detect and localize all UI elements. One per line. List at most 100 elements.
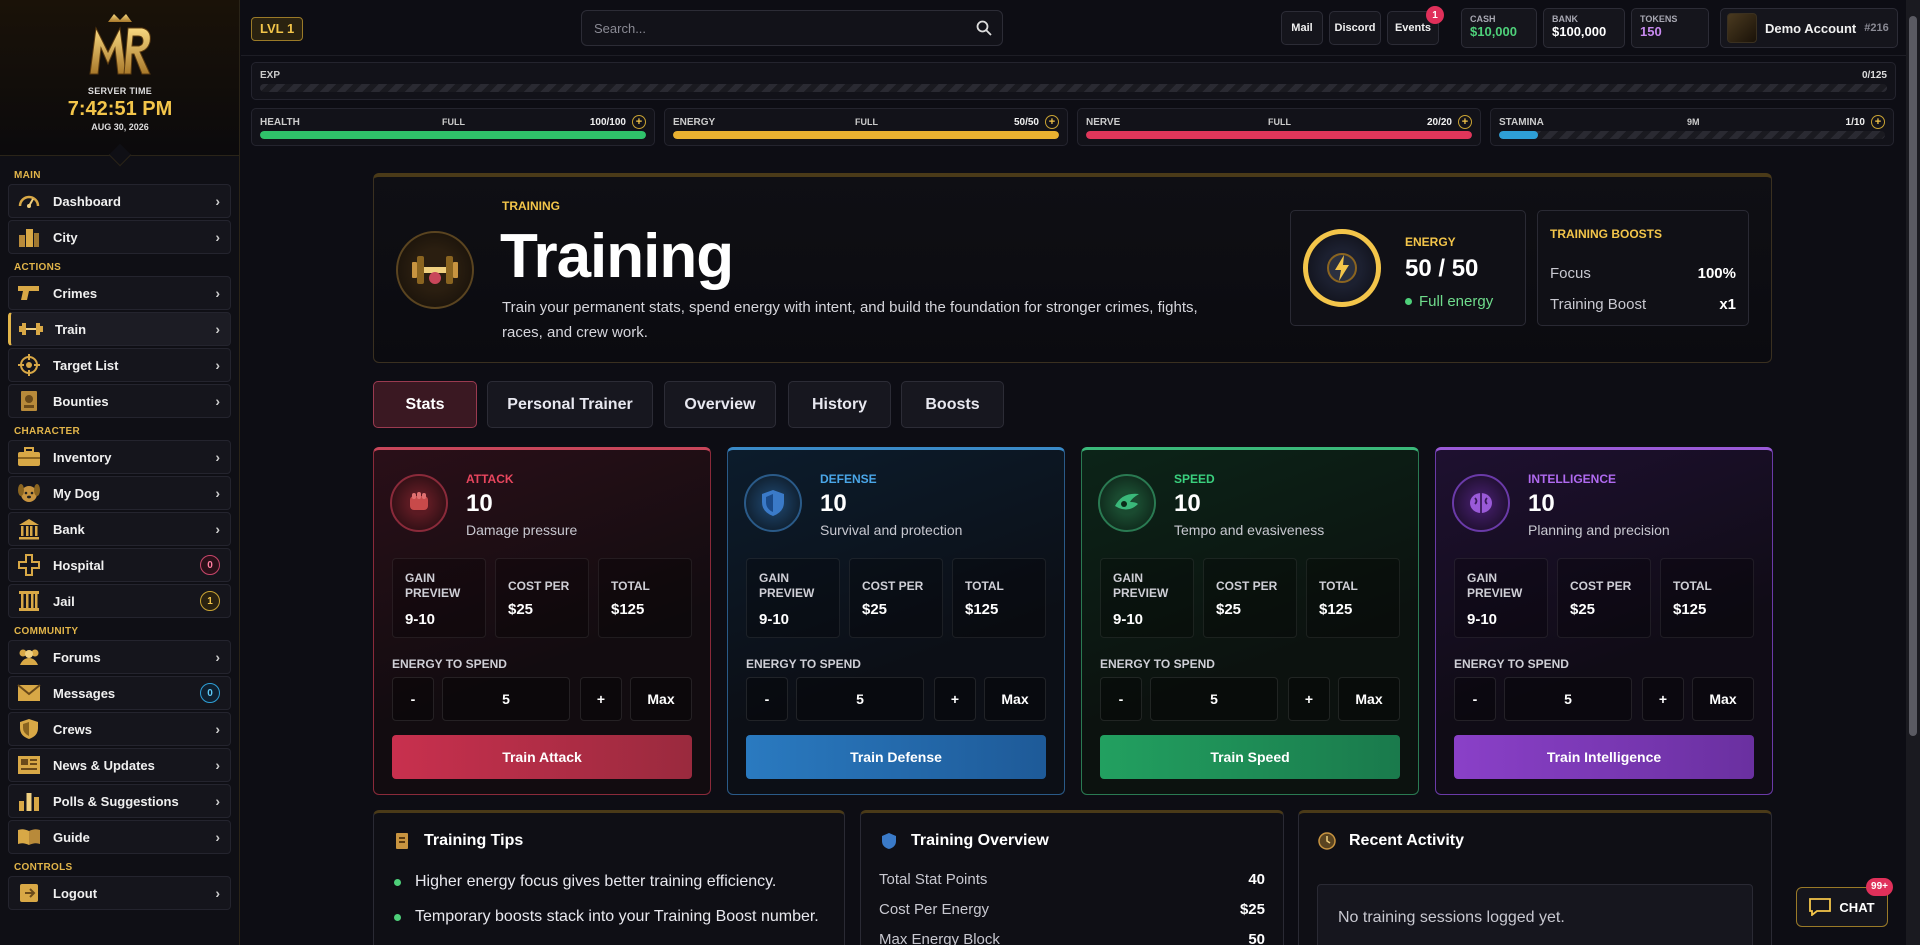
scrollbar-thumb[interactable] <box>1909 16 1917 736</box>
search-input[interactable] <box>582 11 962 45</box>
sidebar-item-jail[interactable]: Jail 1 <box>8 584 231 618</box>
sidebar-item-crimes[interactable]: Crimes › <box>8 276 231 310</box>
sidebar-item-messages[interactable]: Messages 0 <box>8 676 231 710</box>
decrement-button[interactable]: - <box>392 677 434 721</box>
decrement-button[interactable]: - <box>1100 677 1142 721</box>
overview-title: Training Overview <box>911 832 1049 849</box>
energy-input[interactable] <box>443 678 569 720</box>
max-button[interactable]: Max <box>984 677 1046 721</box>
chat-button[interactable]: CHAT 99+ <box>1796 878 1893 927</box>
bar-chart-icon <box>17 790 41 812</box>
total-label: TOTAL <box>965 579 1004 593</box>
energy-refill-button[interactable]: + <box>1045 115 1059 129</box>
gain-preview-label: GAIN PREVIEW <box>1113 571 1169 600</box>
jail-count-badge: 1 <box>200 591 220 611</box>
envelope-icon <box>17 682 41 704</box>
train-speed-button[interactable]: Train Speed <box>1100 735 1400 779</box>
sidebar-item-my-dog[interactable]: My Dog › <box>8 476 231 510</box>
max-button[interactable]: Max <box>1338 677 1400 721</box>
energy-track <box>673 131 1059 139</box>
events-button[interactable]: Events 1 <box>1387 6 1444 45</box>
search-box[interactable] <box>581 10 1003 46</box>
account-menu[interactable]: Demo Account #216 <box>1720 8 1898 48</box>
sidebar-item-label: Target List <box>53 357 119 373</box>
tab-history[interactable]: History <box>788 381 891 428</box>
sidebar-item-crews[interactable]: Crews › <box>8 712 231 746</box>
hero-description: Train your permanent stats, spend energy… <box>502 299 1198 341</box>
account-id: #216 <box>1864 22 1889 34</box>
energy-input-box[interactable] <box>1150 677 1278 721</box>
tab-boosts[interactable]: Boosts <box>901 381 1004 428</box>
increment-button[interactable]: + <box>1288 677 1330 721</box>
sidebar-item-bank[interactable]: Bank › <box>8 512 231 546</box>
chevron-right-icon: › <box>215 649 220 665</box>
training-tips-panel: Training Tips Higher energy focus gives … <box>373 810 845 945</box>
health-refill-button[interactable]: + <box>632 115 646 129</box>
sidebar-item-forums[interactable]: Forums › <box>8 640 231 674</box>
overview-label: Total Stat Points <box>879 871 988 888</box>
sidebar-item-polls[interactable]: Polls & Suggestions › <box>8 784 231 818</box>
total-value: $125 <box>1319 601 1353 618</box>
search-icon[interactable] <box>976 20 992 41</box>
stamina-refill-button[interactable]: + <box>1871 115 1885 129</box>
gain-preview-value: 9-10 <box>1467 611 1498 628</box>
sidebar-item-target-list[interactable]: Target List › <box>8 348 231 382</box>
defense-value: 10 <box>820 490 847 517</box>
sidebar-item-logout[interactable]: Logout › <box>8 876 231 910</box>
decrement-button[interactable]: - <box>746 677 788 721</box>
sidebar-item-dashboard[interactable]: Dashboard › <box>8 184 231 218</box>
discord-button[interactable]: Discord <box>1329 11 1381 45</box>
energy-input[interactable] <box>797 678 923 720</box>
sidebar-item-guide[interactable]: Guide › <box>8 820 231 854</box>
energy-input[interactable] <box>1505 678 1631 720</box>
game-logo[interactable] <box>82 12 158 82</box>
nerve-refill-button[interactable]: + <box>1458 115 1472 129</box>
sidebar-nav: MAIN Dashboard › City › ACTIONS Crimes ›… <box>0 156 239 910</box>
tokens-display[interactable]: TOKENS 150 <box>1631 8 1709 48</box>
tab-personal-trainer[interactable]: Personal Trainer <box>487 381 653 428</box>
tokens-value: 150 <box>1640 24 1662 39</box>
mail-button[interactable]: Mail <box>1281 11 1323 45</box>
energy-to-spend-label: ENERGY TO SPEND <box>746 657 861 671</box>
newspaper-icon <box>17 754 41 776</box>
overview-row: Max Energy Block 50 <box>879 931 1265 945</box>
energy-card-status: Full energy <box>1405 293 1493 310</box>
chevron-right-icon: › <box>215 321 220 337</box>
cost-per-value: $25 <box>1570 601 1596 618</box>
brain-icon <box>1452 474 1510 532</box>
train-intelligence-button[interactable]: Train Intelligence <box>1454 735 1754 779</box>
sidebar-item-label: Forums <box>53 649 101 665</box>
messages-count-badge: 0 <box>200 683 220 703</box>
energy-input-box[interactable] <box>442 677 570 721</box>
energy-input-box[interactable] <box>796 677 924 721</box>
tab-stats[interactable]: Stats <box>373 381 477 428</box>
bank-display[interactable]: BANK $100,000 <box>1543 8 1625 48</box>
energy-input-box[interactable] <box>1504 677 1632 721</box>
increment-button[interactable]: + <box>934 677 976 721</box>
chevron-right-icon: › <box>215 793 220 809</box>
sidebar-item-city[interactable]: City › <box>8 220 231 254</box>
energy-input[interactable] <box>1151 678 1277 720</box>
avatar <box>1727 13 1757 43</box>
level-badge[interactable]: LVL 1 <box>251 17 304 41</box>
tab-overview[interactable]: Overview <box>664 381 776 428</box>
sidebar-item-train[interactable]: Train › <box>8 312 231 346</box>
page-scrollbar[interactable] <box>1906 0 1920 945</box>
stamina-status: 9M <box>1687 117 1700 127</box>
max-button[interactable]: Max <box>630 677 692 721</box>
increment-button[interactable]: + <box>580 677 622 721</box>
cash-display[interactable]: CASH $10,000 <box>1461 8 1537 48</box>
train-attack-button[interactable]: Train Attack <box>392 735 692 779</box>
decrement-button[interactable]: - <box>1454 677 1496 721</box>
sidebar-item-bounties[interactable]: Bounties › <box>8 384 231 418</box>
sidebar-item-hospital[interactable]: Hospital 0 <box>8 548 231 582</box>
increment-button[interactable]: + <box>1642 677 1684 721</box>
sidebar-item-news[interactable]: News & Updates › <box>8 748 231 782</box>
total-label: TOTAL <box>611 579 650 593</box>
speed-value: 10 <box>1174 490 1201 517</box>
max-button[interactable]: Max <box>1692 677 1754 721</box>
chevron-right-icon: › <box>215 885 220 901</box>
overview-row: Total Stat Points 40 <box>879 871 1265 888</box>
train-defense-button[interactable]: Train Defense <box>746 735 1046 779</box>
sidebar-item-inventory[interactable]: Inventory › <box>8 440 231 474</box>
